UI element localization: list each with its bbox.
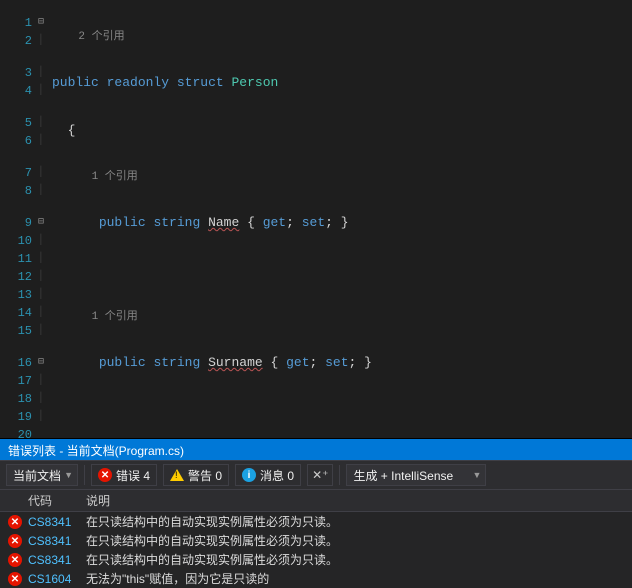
errors-filter-button[interactable]: ✕ 错误 4: [91, 464, 157, 486]
panel-title: 错误列表 - 当前文档(Program.cs): [0, 439, 632, 460]
messages-filter-button[interactable]: i 消息 0: [235, 464, 301, 486]
panel-toolbar: 当前文档▼ ✕ 错误 4 警告 0 i 消息 0 ✕⁺ 生成 + Intelli…: [0, 460, 632, 490]
chevron-down-icon: ▼: [64, 470, 73, 480]
codelens-references[interactable]: 1 个引用: [52, 170, 632, 184]
table-row[interactable]: ✕ CS8341 在只读结构中的自动实现实例属性必须为只读。: [0, 531, 632, 550]
code-area[interactable]: 2 个引用 public readonly struct Person { 1 …: [52, 0, 632, 438]
chevron-down-icon: ▼: [473, 470, 482, 480]
table-row[interactable]: ✕ CS1604 无法为"this"赋值，因为它是只读的: [0, 569, 632, 588]
table-row[interactable]: ✕ CS8341 在只读结构中的自动实现实例属性必须为只读。: [0, 550, 632, 569]
error-icon: ✕: [8, 553, 22, 567]
error-icon: ✕: [8, 572, 22, 586]
line-number-gutter: 1 2 3 4 5 6 7 8 9 10 11 12 13 14 15 16 1…: [0, 0, 38, 438]
info-icon: i: [242, 468, 256, 482]
codelens-references[interactable]: 1 个引用: [52, 310, 632, 324]
col-header-code[interactable]: 代码: [28, 492, 86, 509]
error-table: 代码 说明 ✕ CS8341 在只读结构中的自动实现实例属性必须为只读。 ✕ C…: [0, 490, 632, 588]
table-header: 代码 说明: [0, 490, 632, 512]
warning-icon: [170, 469, 184, 481]
clear-filter-button[interactable]: ✕⁺: [307, 464, 333, 486]
error-icon: ✕: [98, 468, 112, 482]
fold-toggle-icon[interactable]: ⊟: [38, 14, 52, 32]
scope-dropdown[interactable]: 当前文档▼: [6, 464, 78, 486]
codelens-references[interactable]: 2 个引用: [52, 30, 632, 44]
fold-toggle-icon[interactable]: ⊟: [38, 214, 52, 232]
error-icon: ✕: [8, 515, 22, 529]
build-filter-dropdown[interactable]: 生成 + IntelliSense▼: [346, 464, 486, 486]
filter-clear-icon: ✕⁺: [312, 468, 328, 482]
error-list-panel: 错误列表 - 当前文档(Program.cs) 当前文档▼ ✕ 错误 4 警告 …: [0, 438, 632, 588]
code-editor[interactable]: 1 2 3 4 5 6 7 8 9 10 11 12 13 14 15 16 1…: [0, 0, 632, 438]
col-header-desc[interactable]: 说明: [86, 492, 632, 509]
fold-toggle-icon[interactable]: ⊟: [38, 354, 52, 372]
warnings-filter-button[interactable]: 警告 0: [163, 464, 229, 486]
error-icon: ✕: [8, 534, 22, 548]
fold-gutter: ⊟ │ │ │ │ │ │ │ ⊟ │ │ │ │ │ │ ⊟ │ │ │: [38, 0, 52, 438]
table-row[interactable]: ✕ CS8341 在只读结构中的自动实现实例属性必须为只读。: [0, 512, 632, 531]
